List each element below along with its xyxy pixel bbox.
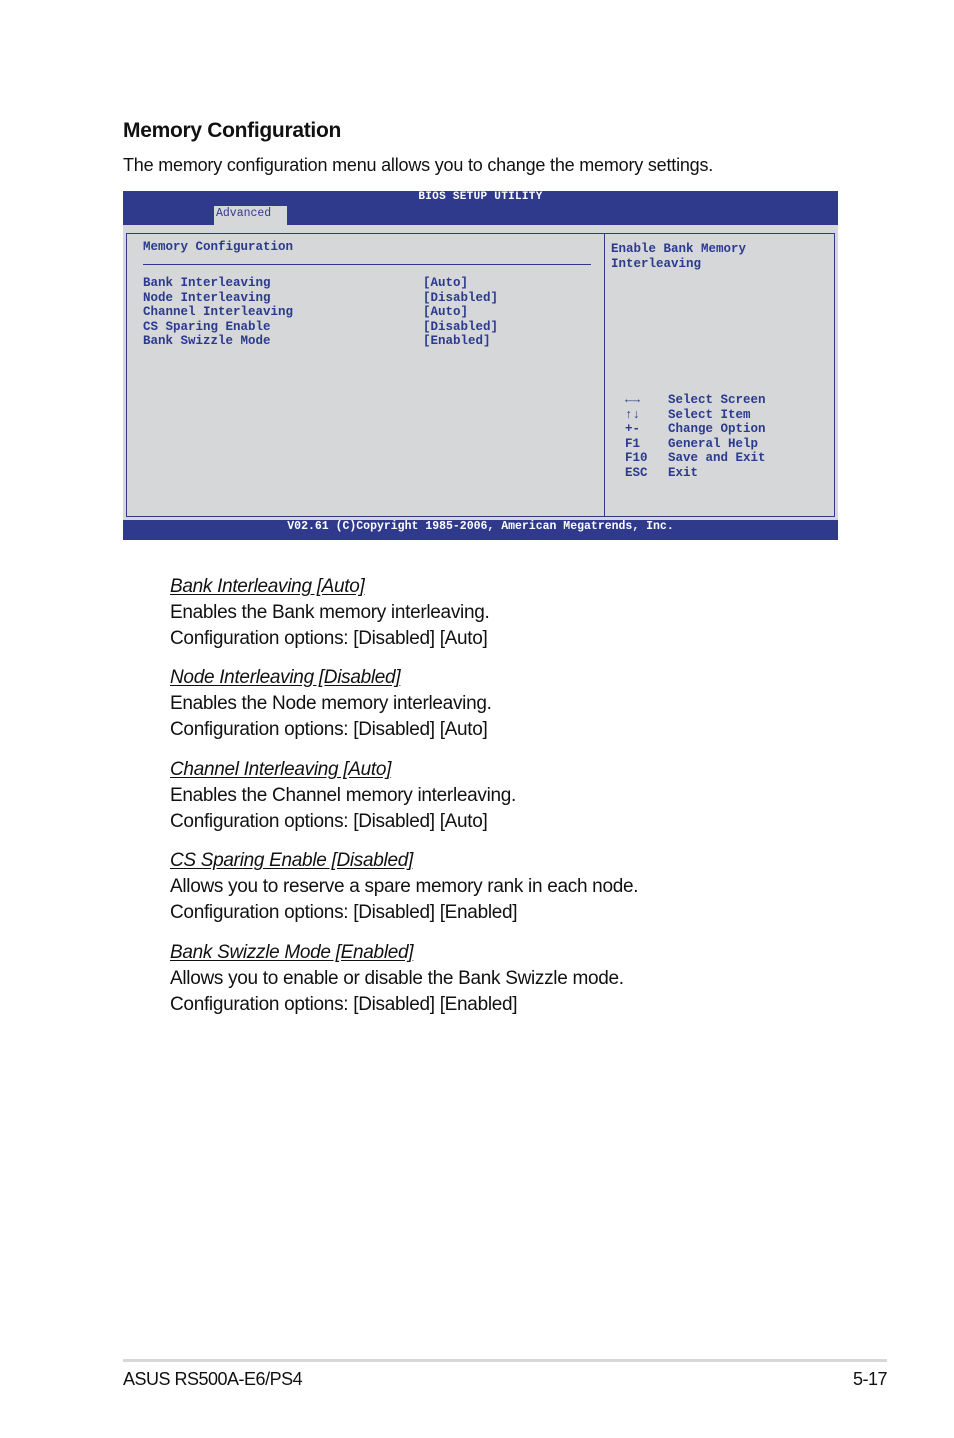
help-panel: Enable Bank Memory Interleaving ←→ Selec…	[605, 234, 834, 516]
setting-value[interactable]: [Auto]	[423, 276, 468, 291]
description-text: Enables the Channel memory interleaving.	[170, 785, 517, 806]
description-options: Configuration options: [Disabled] [Auto]	[170, 628, 488, 649]
description-options: Configuration options: [Disabled] [Auto]	[170, 719, 488, 740]
description-heading: Node Interleaving [Disabled]	[170, 667, 401, 688]
key-action: Change Option	[668, 422, 766, 437]
setting-label: Channel Interleaving	[143, 305, 294, 320]
description-text: Enables the Bank memory interleaving.	[170, 602, 490, 623]
setting-value[interactable]: [Enabled]	[423, 334, 491, 349]
description-bank-swizzle-mode: Bank Swizzle Mode [Enabled] Allows you t…	[170, 940, 624, 1018]
bios-utility-title: BIOS SETUP UTILITY	[418, 191, 543, 203]
footer-product-name: ASUS RS500A-E6/PS4	[123, 1369, 303, 1389]
setting-label: Node Interleaving	[143, 290, 271, 305]
settings-list: Bank Interleaving [Auto] Node Interleavi…	[143, 276, 583, 349]
footer-page-number: 5-17	[852, 1369, 888, 1389]
description-text: Allows you to enable or disable the Bank…	[170, 968, 624, 989]
key-action: Select Screen	[668, 393, 766, 407]
key-code: F10	[625, 451, 648, 466]
description-options: Configuration options: [Disabled] [Enabl…	[170, 994, 518, 1015]
up-down-arrows-icon: ↑↓	[625, 407, 641, 422]
help-text: Enable Bank Memory Interleaving	[611, 242, 747, 271]
bios-copyright-bar: V02.61 (C)Copyright 1985-2006, American …	[123, 520, 838, 540]
description-heading: Channel Interleaving [Auto]	[170, 759, 392, 780]
setting-row-bank-swizzle-mode[interactable]: Bank Swizzle Mode [Enabled]	[143, 334, 583, 349]
page-title: Memory Configuration	[123, 119, 341, 142]
tab-advanced[interactable]: Advanced	[214, 206, 287, 225]
description-text: Enables the Node memory interleaving.	[170, 693, 492, 714]
setting-label: Bank Interleaving	[143, 276, 271, 290]
setting-row-cs-sparing-enable[interactable]: CS Sparing Enable [Disabled]	[143, 320, 583, 335]
description-options: Configuration options: [Disabled] [Enabl…	[170, 902, 518, 923]
setting-row-channel-interleaving[interactable]: Channel Interleaving [Auto]	[143, 305, 583, 320]
description-bank-interleaving: Bank Interleaving [Auto] Enables the Ban…	[170, 574, 490, 652]
setting-row-bank-interleaving[interactable]: Bank Interleaving [Auto]	[143, 276, 583, 291]
key-action: Select Item	[668, 407, 751, 422]
bios-main-panel: Memory Configuration Bank Interleaving […	[126, 233, 835, 517]
footer-divider	[123, 1359, 887, 1362]
key-action: General Help	[668, 436, 759, 451]
key-action: Save and Exit	[668, 451, 766, 466]
description-heading: CS Sparing Enable [Disabled]	[170, 850, 413, 871]
setting-label: CS Sparing Enable	[143, 319, 271, 334]
description-node-interleaving: Node Interleaving [Disabled] Enables the…	[170, 665, 492, 743]
description-heading: Bank Swizzle Mode [Enabled]	[170, 942, 414, 963]
description-options: Configuration options: [Disabled] [Auto]	[170, 811, 488, 832]
setting-value[interactable]: [Disabled]	[423, 291, 498, 306]
description-text: Allows you to reserve a spare memory ran…	[170, 876, 639, 897]
section-divider	[143, 264, 591, 265]
setting-row-node-interleaving[interactable]: Node Interleaving [Disabled]	[143, 291, 583, 306]
setting-value[interactable]: [Disabled]	[423, 320, 498, 335]
key-action: Exit	[668, 465, 699, 480]
settings-panel: Memory Configuration Bank Interleaving […	[127, 234, 605, 516]
intro-text: The memory configuration menu allows you…	[123, 155, 714, 175]
setting-value[interactable]: [Auto]	[423, 305, 468, 320]
bios-header-bar: BIOS SETUP UTILITY Advanced	[123, 191, 838, 225]
bios-screenshot: BIOS SETUP UTILITY Advanced Memory Confi…	[123, 191, 838, 540]
description-heading: Bank Interleaving [Auto]	[170, 576, 365, 597]
left-right-arrows-icon: ←→	[625, 393, 641, 407]
key-code: F1	[625, 436, 641, 451]
key-code: +-	[625, 422, 641, 437]
setting-label: Bank Swizzle Mode	[143, 334, 271, 349]
description-cs-sparing-enable: CS Sparing Enable [Disabled] Allows you …	[170, 848, 639, 926]
key-code: ESC	[625, 465, 648, 480]
description-channel-interleaving: Channel Interleaving [Auto] Enables the …	[170, 757, 516, 835]
section-title: Memory Configuration	[143, 240, 294, 254]
